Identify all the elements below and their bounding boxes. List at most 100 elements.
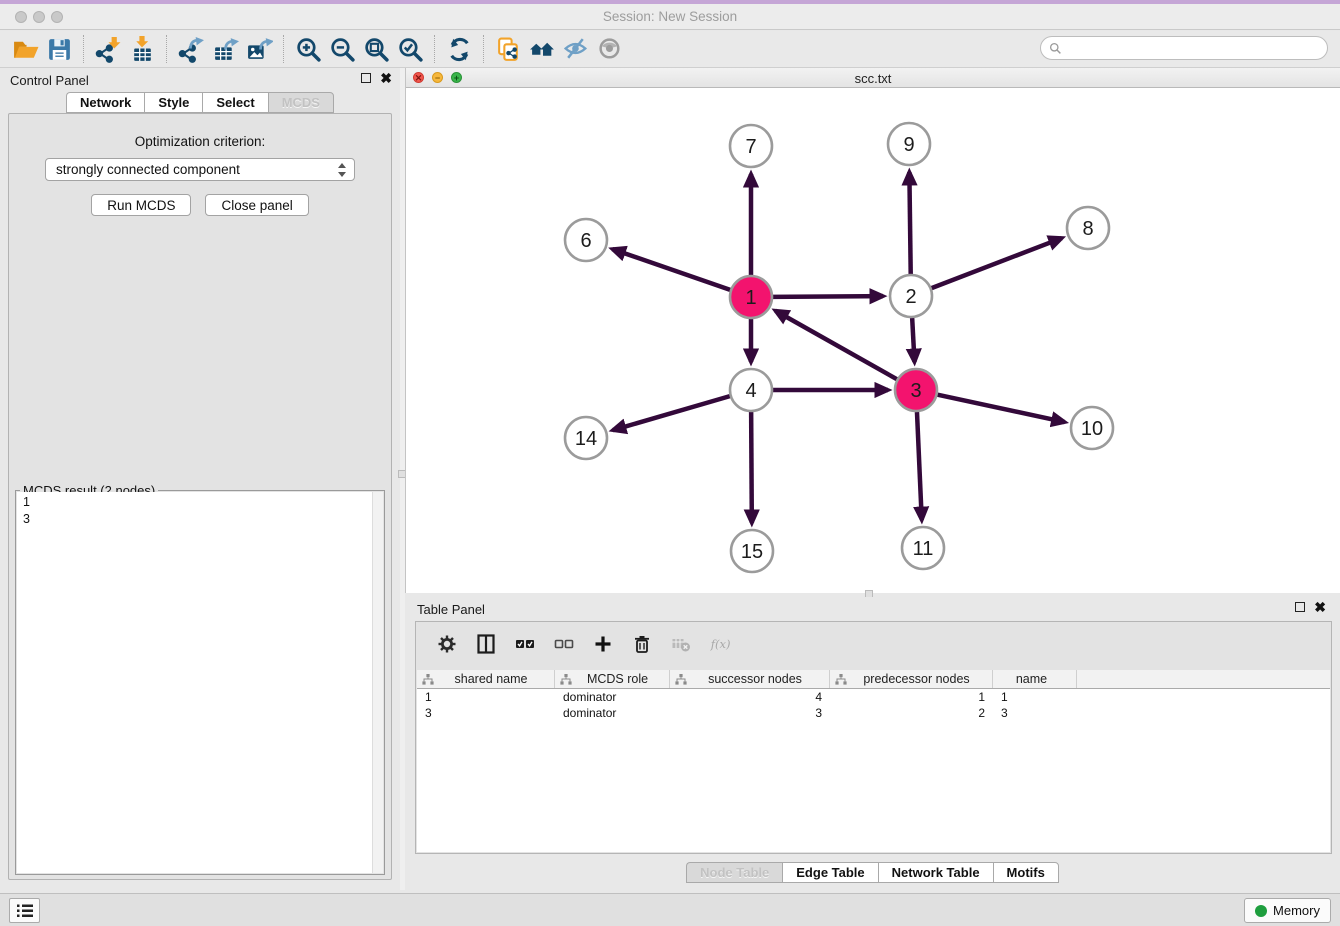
tab-select[interactable]: Select bbox=[202, 92, 267, 113]
edge-2-3[interactable] bbox=[912, 318, 914, 362]
birds-eye-icon[interactable] bbox=[593, 34, 627, 64]
app-title: Session: New Session bbox=[0, 9, 1340, 24]
import-network-icon[interactable] bbox=[91, 34, 125, 64]
edge-1-2[interactable] bbox=[773, 296, 883, 297]
task-history-button[interactable] bbox=[9, 898, 40, 923]
plus-icon[interactable] bbox=[592, 633, 614, 655]
hide-labels-icon[interactable] bbox=[559, 34, 593, 64]
zoom-fit-icon[interactable] bbox=[359, 34, 393, 64]
table-cell[interactable]: 2 bbox=[830, 705, 993, 721]
result-scrollbar[interactable] bbox=[372, 492, 383, 873]
zoom-selected-icon[interactable] bbox=[393, 34, 427, 64]
node-6[interactable]: 6 bbox=[565, 219, 607, 261]
column-header-successor-nodes[interactable]: successor nodes bbox=[670, 670, 830, 688]
table-panel-title: Table Panel bbox=[417, 602, 485, 617]
mcds-result-item[interactable]: 1 bbox=[23, 494, 372, 511]
criterion-dropdown[interactable]: strongly connected component bbox=[45, 158, 355, 181]
table-cell[interactable]: 3 bbox=[993, 705, 1077, 721]
open-folder-icon[interactable] bbox=[8, 34, 42, 64]
columns-icon[interactable] bbox=[475, 633, 497, 655]
tree-column-icon bbox=[835, 674, 847, 685]
table-row[interactable]: 1dominator411 bbox=[417, 689, 1330, 705]
network-window-titlebar[interactable]: ✕ − + scc.txt bbox=[406, 68, 1340, 88]
select-none-icon[interactable] bbox=[553, 633, 575, 655]
column-header-MCDS-role[interactable]: MCDS role bbox=[555, 670, 670, 688]
table-cell[interactable]: dominator bbox=[555, 705, 670, 721]
zoom-in-icon[interactable] bbox=[291, 34, 325, 64]
export-image-icon[interactable] bbox=[242, 34, 276, 64]
home-icon[interactable] bbox=[525, 34, 559, 64]
node-9[interactable]: 9 bbox=[888, 123, 930, 165]
zoom-out-icon[interactable] bbox=[325, 34, 359, 64]
tab-style[interactable]: Style bbox=[144, 92, 202, 113]
node-7[interactable]: 7 bbox=[730, 125, 772, 167]
table-cell[interactable]: 3 bbox=[417, 705, 555, 721]
svg-text:3: 3 bbox=[910, 380, 921, 402]
node-14[interactable]: 14 bbox=[565, 417, 607, 459]
tab-edge-table[interactable]: Edge Table bbox=[782, 862, 877, 883]
table-cell[interactable]: 1 bbox=[830, 689, 993, 705]
table-cell[interactable]: 1 bbox=[417, 689, 555, 705]
export-network-icon[interactable] bbox=[174, 34, 208, 64]
trash-icon[interactable] bbox=[631, 633, 653, 655]
import-table-icon[interactable] bbox=[125, 34, 159, 64]
memory-button[interactable]: Memory bbox=[1244, 898, 1331, 923]
table-cell[interactable]: 4 bbox=[670, 689, 830, 705]
float-panel-icon[interactable] bbox=[1295, 602, 1305, 612]
table-cell[interactable]: dominator bbox=[555, 689, 670, 705]
control-panel: Control Panel ✖ NetworkStyleSelectMCDS O… bbox=[0, 68, 400, 890]
tab-motifs[interactable]: Motifs bbox=[993, 862, 1059, 883]
edge-4-15[interactable] bbox=[751, 412, 752, 523]
refresh-icon[interactable] bbox=[442, 34, 476, 64]
select-all-icon[interactable] bbox=[514, 633, 536, 655]
table-cell[interactable]: 3 bbox=[670, 705, 830, 721]
column-header-predecessor-nodes[interactable]: predecessor nodes bbox=[830, 670, 993, 688]
column-header-name[interactable]: name bbox=[993, 670, 1077, 688]
node-3[interactable]: 3 bbox=[895, 369, 937, 411]
edge-2-8[interactable] bbox=[932, 238, 1062, 288]
save-icon[interactable] bbox=[42, 34, 76, 64]
close-panel-button[interactable]: Close panel bbox=[205, 194, 308, 216]
network-graph-canvas[interactable]: 7 9 6 8 1 2 4 3 14 10 15 11 bbox=[406, 88, 1340, 593]
edge-4-14[interactable] bbox=[613, 396, 730, 430]
search-box[interactable] bbox=[1040, 36, 1328, 60]
window-accent-strip bbox=[0, 0, 1340, 4]
tree-column-icon bbox=[675, 674, 687, 685]
criterion-value: strongly connected component bbox=[56, 162, 240, 177]
toolbar-separator bbox=[483, 35, 484, 63]
export-table-icon[interactable] bbox=[208, 34, 242, 64]
run-mcds-button[interactable]: Run MCDS bbox=[91, 194, 191, 216]
edge-2-9[interactable] bbox=[909, 172, 910, 274]
tab-network[interactable]: Network bbox=[66, 92, 144, 113]
close-panel-icon[interactable]: ✖ bbox=[1314, 602, 1326, 612]
node-4[interactable]: 4 bbox=[730, 369, 772, 411]
svg-text:10: 10 bbox=[1081, 418, 1103, 440]
memory-status-icon bbox=[1255, 905, 1267, 917]
node-1[interactable]: 1 bbox=[730, 276, 772, 318]
column-header-shared-name[interactable]: shared name bbox=[417, 670, 555, 688]
gear-icon[interactable] bbox=[436, 633, 458, 655]
table-row[interactable]: 3dominator323 bbox=[417, 705, 1330, 721]
table-cell[interactable]: 1 bbox=[993, 689, 1077, 705]
close-panel-icon[interactable]: ✖ bbox=[380, 73, 392, 83]
tab-network-table[interactable]: Network Table bbox=[878, 862, 993, 883]
edge-3-10[interactable] bbox=[938, 395, 1065, 422]
node-15[interactable]: 15 bbox=[731, 530, 773, 572]
optimization-criterion-label: Optimization criterion: bbox=[9, 134, 391, 149]
duplicate-network-icon[interactable] bbox=[491, 34, 525, 64]
node-2[interactable]: 2 bbox=[890, 275, 932, 317]
edge-1-6[interactable] bbox=[612, 249, 730, 290]
tab-node-table[interactable]: Node Table bbox=[686, 862, 782, 883]
node-11[interactable]: 11 bbox=[902, 527, 944, 569]
mcds-result-item[interactable]: 3 bbox=[23, 511, 372, 528]
search-input[interactable] bbox=[1062, 38, 1327, 58]
float-panel-icon[interactable] bbox=[361, 73, 371, 83]
node-8[interactable]: 8 bbox=[1067, 207, 1109, 249]
edge-3-1[interactable] bbox=[775, 311, 896, 379]
tree-column-icon bbox=[560, 674, 572, 685]
svg-text:14: 14 bbox=[575, 428, 597, 450]
tab-mcds[interactable]: MCDS bbox=[268, 92, 334, 113]
edge-3-11[interactable] bbox=[917, 412, 922, 520]
mcds-result-list[interactable]: 13 bbox=[17, 492, 372, 873]
node-10[interactable]: 10 bbox=[1071, 407, 1113, 449]
